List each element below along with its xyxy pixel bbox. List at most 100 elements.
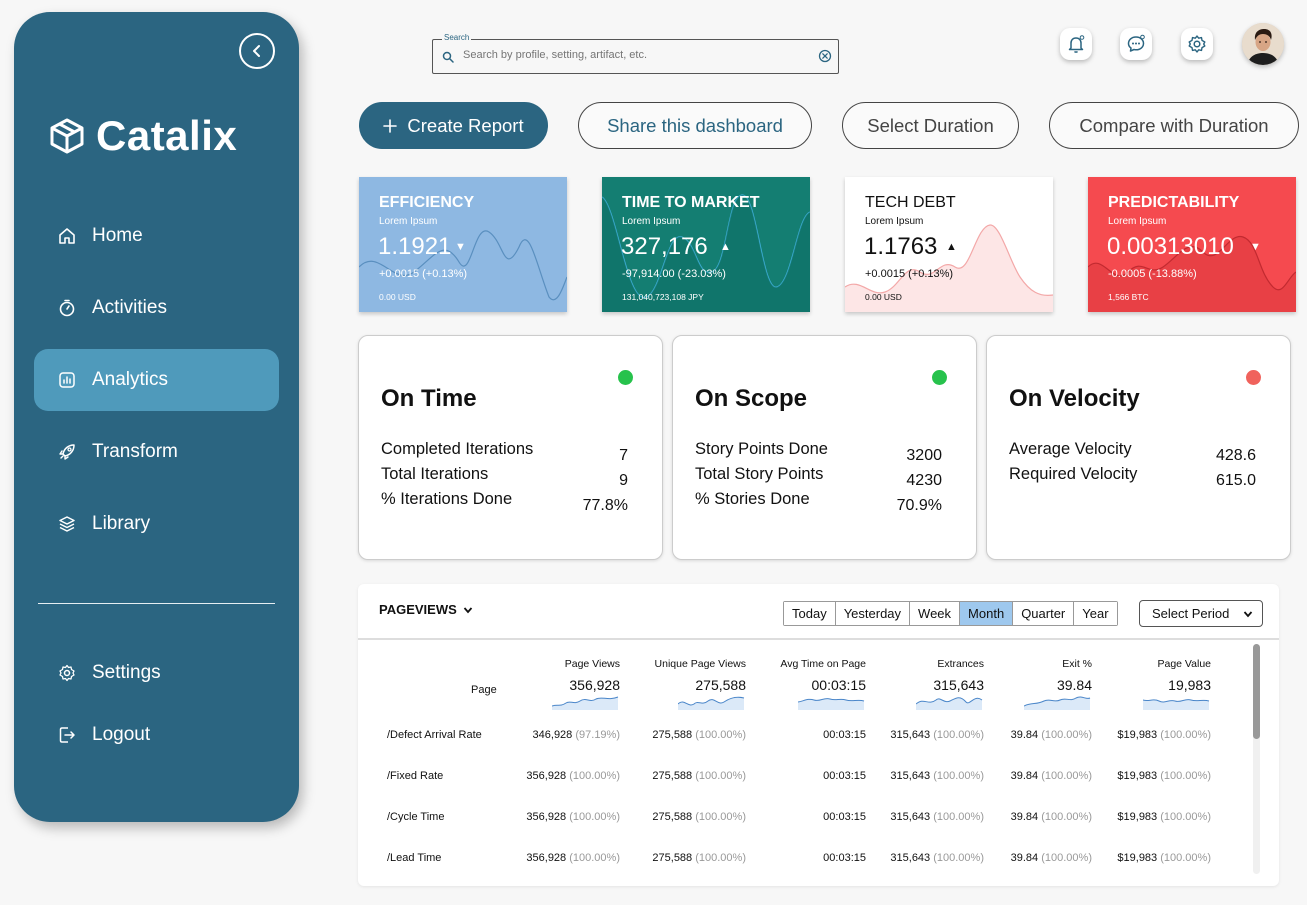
cell-value: 00:03:15 [823, 729, 866, 741]
cell-value: 275,588 [652, 729, 693, 741]
pageviews-panel: PAGEVIEWS Today Yesterday Week Month Qua… [358, 584, 1279, 886]
table-cell: 39.84 (100.00%) [1011, 852, 1092, 864]
cell-percent: (100.00%) [695, 811, 746, 823]
table-cell: $19,983 (100.00%) [1117, 852, 1211, 864]
sidebar-item-label: Home [92, 225, 143, 246]
compare-duration-label: Compare with Duration [1079, 114, 1269, 136]
sidebar-item-label: Library [92, 513, 151, 534]
metric-value: 77.8% [582, 497, 628, 514]
cell-value: 39.84 [1010, 770, 1039, 782]
trend-down-icon: ▼ [1250, 241, 1261, 253]
column-header[interactable]: Page Value [1157, 658, 1211, 670]
cell-percent: (100.00%) [933, 852, 984, 864]
share-dashboard-button[interactable]: Share this dashboard [578, 102, 812, 149]
column-sparkline [1143, 699, 1210, 710]
cell-value: 315,643 [890, 770, 931, 782]
kpi-value: 327,176 [621, 233, 708, 260]
cell-value: $19,983 [1117, 729, 1158, 741]
select-period-dropdown[interactable]: Select Period [1139, 600, 1263, 627]
cell-value: 00:03:15 [823, 811, 866, 823]
search-field[interactable]: Search [432, 33, 839, 74]
notifications-button[interactable] [1060, 28, 1092, 60]
sidebar-item-analytics[interactable]: Analytics [34, 349, 279, 411]
range-today[interactable]: Today [784, 602, 836, 625]
range-yesterday[interactable]: Yesterday [835, 602, 911, 625]
cell-value: 39.84 [1010, 811, 1039, 823]
column-total: 356,928 [569, 677, 620, 693]
range-quarter[interactable]: Quarter [1013, 602, 1075, 625]
settings-button[interactable] [1181, 28, 1213, 60]
kpi-card-time-to-market[interactable]: TIME TO MARKET Lorem Ipsum 327,176 ▲ -97… [602, 177, 810, 312]
sidebar-item-transform[interactable]: Transform [34, 421, 279, 483]
table-row-page[interactable]: /Cycle Time [387, 811, 444, 823]
table-cell: 39.84 (100.00%) [1011, 811, 1092, 823]
create-report-button[interactable]: Create Report [359, 102, 548, 149]
column-header[interactable]: Avg Time on Page [780, 658, 866, 670]
select-duration-button[interactable]: Select Duration [842, 102, 1019, 149]
metric-label: Total Story Points [695, 465, 824, 483]
sidebar-item-settings[interactable]: Settings [34, 642, 279, 704]
table-row-page[interactable]: /Defect Arrival Rate [387, 729, 482, 741]
table-cell: 346,928 (97.19%) [533, 729, 620, 741]
cell-percent: (100.00%) [933, 770, 984, 782]
cell-value: 275,588 [652, 811, 693, 823]
cell-percent: (100.00%) [569, 852, 620, 864]
scrollbar-thumb[interactable] [1253, 644, 1260, 739]
metric-label: Story Points Done [695, 440, 828, 458]
table-row-page[interactable]: /Lead Time [387, 852, 441, 864]
range-month[interactable]: Month [960, 602, 1014, 625]
cell-value: 356,928 [526, 852, 567, 864]
metric-value: 428.6 [1215, 447, 1256, 464]
table-cell: 315,643 (100.00%) [890, 729, 984, 741]
cell-value: 315,643 [890, 852, 931, 864]
table-cell: 315,643 (100.00%) [890, 811, 984, 823]
kpi-card-predictability[interactable]: PREDICTABILITY Lorem Ipsum 0.00313010 ▼ … [1088, 177, 1296, 312]
share-dashboard-label: Share this dashboard [607, 114, 783, 136]
table-cell: 356,928 (100.00%) [526, 852, 620, 864]
metric-label: Average Velocity [1009, 440, 1132, 458]
column-header[interactable]: Exit % [1062, 658, 1092, 670]
cell-value: 356,928 [526, 811, 567, 823]
cell-value: 39.84 [1010, 729, 1039, 741]
kpi-change: +0.0015 (+0.13%) [865, 268, 954, 280]
sidebar-item-logout[interactable]: Logout [34, 704, 279, 766]
sidebar-item-library[interactable]: Library [34, 493, 279, 555]
column-header[interactable]: Page Views [565, 658, 620, 670]
cell-percent: (100.00%) [933, 729, 984, 741]
column-total: 275,588 [695, 677, 746, 693]
chevron-left-icon [253, 45, 260, 57]
kpi-card-tech-debt[interactable]: TECH DEBT Lorem Ipsum 1.1763 ▲ +0.0015 (… [845, 177, 1053, 312]
column-total: 19,983 [1168, 677, 1211, 693]
clear-search-icon[interactable] [818, 49, 832, 63]
bell-icon [1068, 35, 1085, 53]
column-header[interactable]: Extrances [937, 658, 984, 670]
sidebar-divider [38, 603, 275, 604]
cell-percent: (100.00%) [1041, 811, 1092, 823]
user-avatar[interactable] [1242, 23, 1284, 65]
column-sparkline [798, 698, 865, 710]
gear-icon [58, 664, 76, 682]
sidebar-item-home[interactable]: Home [34, 205, 279, 267]
table-cell: 275,588 (100.00%) [652, 770, 746, 782]
messages-button[interactable] [1120, 28, 1152, 60]
kpi-base: 0.00 USD [865, 292, 902, 302]
range-year[interactable]: Year [1074, 602, 1117, 625]
stopwatch-icon [58, 299, 76, 317]
search-input[interactable] [463, 49, 808, 61]
range-week[interactable]: Week [910, 602, 961, 625]
collapse-sidebar-button[interactable] [239, 33, 275, 69]
table-row-page[interactable]: /Fixed Rate [387, 770, 443, 782]
kpi-subtitle: Lorem Ipsum [379, 216, 438, 227]
column-header[interactable]: Unique Page Views [655, 658, 746, 670]
pageviews-dropdown[interactable]: PAGEVIEWS [379, 602, 473, 617]
compare-duration-button[interactable]: Compare with Duration [1049, 102, 1299, 149]
kpi-base: 1,566 BTC [1108, 292, 1149, 302]
home-icon [58, 227, 76, 245]
cell-percent: (100.00%) [933, 811, 984, 823]
kpi-card-efficiency[interactable]: EFFICIENCY Lorem Ipsum 1.1921 ▼ +0.0015 … [359, 177, 567, 312]
sidebar-item-activities[interactable]: Activities [34, 277, 279, 339]
cell-percent: (100.00%) [1041, 852, 1092, 864]
cell-value: 356,928 [526, 770, 567, 782]
cell-value: 00:03:15 [823, 852, 866, 864]
cell-value: $19,983 [1117, 852, 1158, 864]
